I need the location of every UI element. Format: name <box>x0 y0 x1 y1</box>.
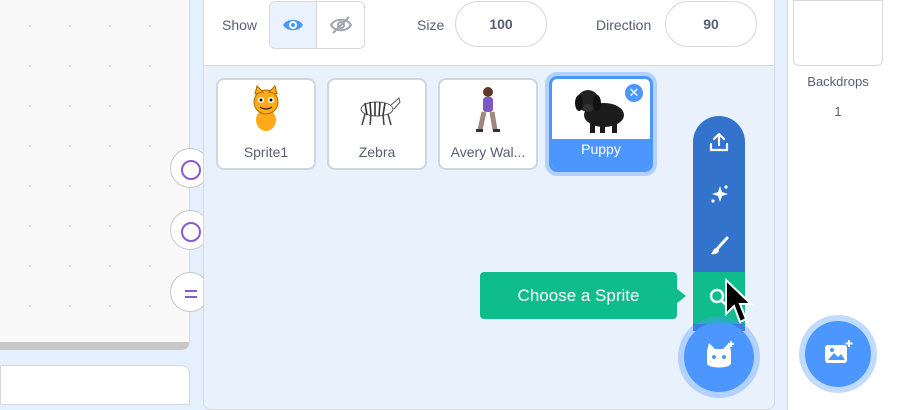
zoom-out-icon <box>181 222 201 242</box>
direction-input[interactable]: 90 <box>665 1 757 47</box>
sprite-name: Avery Wal... <box>450 144 526 160</box>
sprite-tile[interactable]: Sprite1 <box>216 78 316 170</box>
sprite-name: Zebra <box>358 144 396 160</box>
horizontal-scrollbar[interactable] <box>0 342 189 350</box>
add-sprite-button[interactable] <box>684 322 754 392</box>
backdrops-count: 1 <box>834 104 842 119</box>
backpack-panel <box>0 365 190 405</box>
paint-icon <box>711 236 729 255</box>
show-sprite-button[interactable] <box>269 1 317 49</box>
eye-icon <box>283 19 303 31</box>
upload-icon <box>709 132 729 152</box>
cat-add-icon <box>707 341 734 368</box>
sprite-tile[interactable]: Avery Wal... <box>438 78 538 170</box>
zebra-sprite-icon <box>329 80 425 140</box>
direction-label: Direction <box>596 17 652 33</box>
sprite-tile[interactable]: Zebra <box>327 78 427 170</box>
hide-sprite-button[interactable] <box>317 1 365 49</box>
backdrops-label: Backdrops <box>807 74 869 89</box>
sprite-name: Sprite1 <box>243 144 289 160</box>
image-add-icon <box>825 340 853 363</box>
avery-walking-sprite-icon <box>440 80 536 140</box>
tooltip-arrow <box>676 288 686 304</box>
add-backdrop-button[interactable] <box>805 321 871 387</box>
code-workspace[interactable] <box>0 0 190 350</box>
surprise-icon <box>711 185 728 203</box>
sprite-info-bar: Show Size 100 Direction 90 <box>204 0 774 66</box>
size-label: Size <box>417 17 445 33</box>
cat-sprite-icon <box>218 80 314 140</box>
delete-sprite-button[interactable]: ✕ <box>624 83 644 103</box>
size-input[interactable]: 100 <box>455 1 547 47</box>
sprite-tile-selected[interactable]: Puppy ✕ <box>549 76 653 172</box>
stage-thumbnail[interactable] <box>793 0 883 66</box>
surprise-sprite-button[interactable] <box>693 168 745 220</box>
choose-sprite-tooltip: Choose a Sprite <box>480 272 677 319</box>
zoom-reset-icon <box>185 290 197 298</box>
mouse-cursor-icon <box>725 278 754 324</box>
show-label: Show <box>222 17 258 33</box>
paint-sprite-button[interactable] <box>693 220 745 272</box>
close-icon: ✕ <box>628 85 640 100</box>
sprite-name: Puppy <box>581 141 621 157</box>
zoom-in-icon <box>181 160 201 180</box>
upload-sprite-button[interactable] <box>693 116 745 168</box>
eye-slash-icon <box>329 16 352 34</box>
